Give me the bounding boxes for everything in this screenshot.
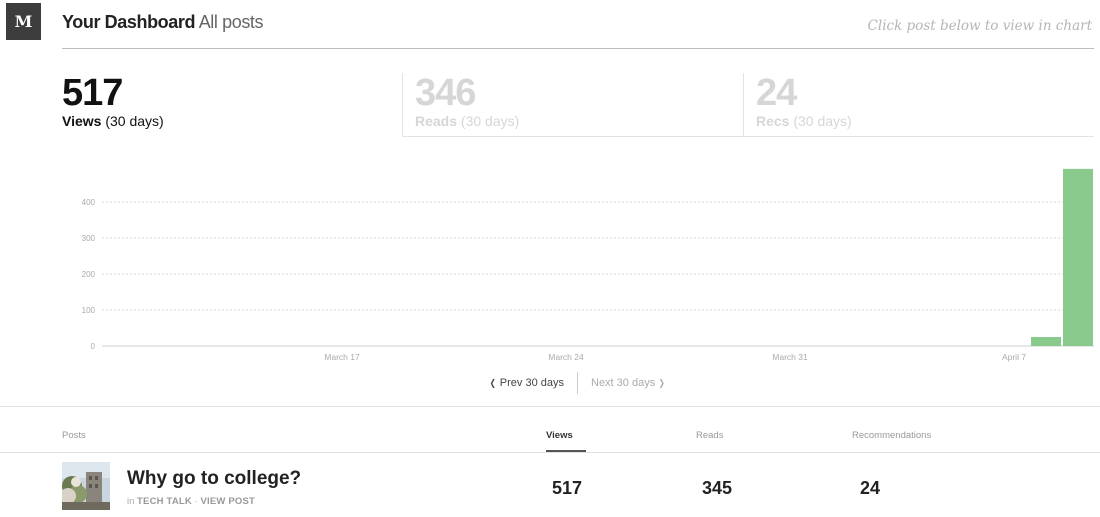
reads-count: 346 bbox=[415, 72, 476, 114]
meta-separator: · bbox=[194, 496, 198, 507]
post-meta: in Tech Talk · View post bbox=[127, 496, 255, 507]
col-header-posts: Posts bbox=[62, 430, 86, 441]
prev-30-days-button[interactable]: ❮ Prev 30 days bbox=[489, 377, 564, 389]
post-title[interactable]: Why go to college? bbox=[127, 468, 301, 490]
y-tick-label: 300 bbox=[82, 234, 96, 243]
chart-hint: Click post below to view in chart bbox=[867, 18, 1092, 34]
table-header-divider bbox=[0, 452, 1100, 453]
publication-link[interactable]: Tech Talk bbox=[137, 496, 192, 507]
header-divider bbox=[62, 48, 1094, 49]
next-label: Next 30 days bbox=[591, 377, 656, 389]
y-tick-label: 400 bbox=[82, 198, 96, 207]
col-header-reads[interactable]: Reads bbox=[696, 430, 723, 441]
prev-label: Prev 30 days bbox=[499, 377, 564, 389]
chevron-left-icon: ❮ bbox=[489, 378, 496, 388]
section-divider bbox=[0, 406, 1100, 407]
recs-label: Recs (30 days) bbox=[756, 113, 852, 129]
recs-count: 24 bbox=[756, 72, 797, 114]
post-thumbnail[interactable] bbox=[62, 462, 110, 510]
views-label: Views (30 days) bbox=[62, 113, 164, 129]
chart-pager: ❮ Prev 30 days Next 30 days ❯ bbox=[0, 372, 1100, 396]
y-tick-label: 100 bbox=[82, 306, 96, 315]
views-chart[interactable]: 0 100 200 300 400 March 17 March 24 March 31 Apr… bbox=[0, 160, 1100, 370]
dashboard-title: Your Dashboard bbox=[62, 12, 196, 32]
post-recs: 24 bbox=[860, 478, 881, 498]
x-tick-label: March 24 bbox=[548, 352, 584, 362]
pager-divider bbox=[577, 372, 578, 394]
stat-tab-views[interactable]: 517 Views (30 days) bbox=[62, 73, 402, 137]
dashboard-subtitle: All posts bbox=[198, 12, 264, 32]
x-tick-label: April 7 bbox=[1002, 352, 1026, 362]
chevron-right-icon: ❯ bbox=[659, 378, 666, 388]
x-tick-label: March 31 bbox=[772, 352, 808, 362]
col-header-recommendations[interactable]: Recommendations bbox=[852, 430, 931, 441]
chart-bar[interactable] bbox=[1063, 168, 1093, 346]
stat-tab-recs[interactable]: 24 Recs (30 days) bbox=[743, 73, 1094, 137]
in-label: in bbox=[127, 496, 135, 507]
col-header-views[interactable]: Views bbox=[546, 430, 573, 441]
page-title: Your Dashboard All posts bbox=[62, 12, 264, 33]
y-tick-label: 0 bbox=[91, 342, 96, 351]
post-views: 517 bbox=[552, 478, 583, 498]
views-count: 517 bbox=[62, 72, 123, 114]
chart-bar[interactable] bbox=[1031, 337, 1061, 346]
medium-logo[interactable]: M bbox=[6, 3, 41, 40]
next-30-days-button[interactable]: Next 30 days ❯ bbox=[591, 377, 666, 389]
x-tick-label: March 17 bbox=[324, 352, 360, 362]
stat-tab-reads[interactable]: 346 Reads (30 days) bbox=[402, 73, 743, 137]
reads-label: Reads (30 days) bbox=[415, 113, 520, 129]
view-post-link[interactable]: View post bbox=[200, 496, 255, 507]
post-reads: 345 bbox=[702, 478, 733, 498]
y-tick-label: 200 bbox=[82, 270, 96, 279]
